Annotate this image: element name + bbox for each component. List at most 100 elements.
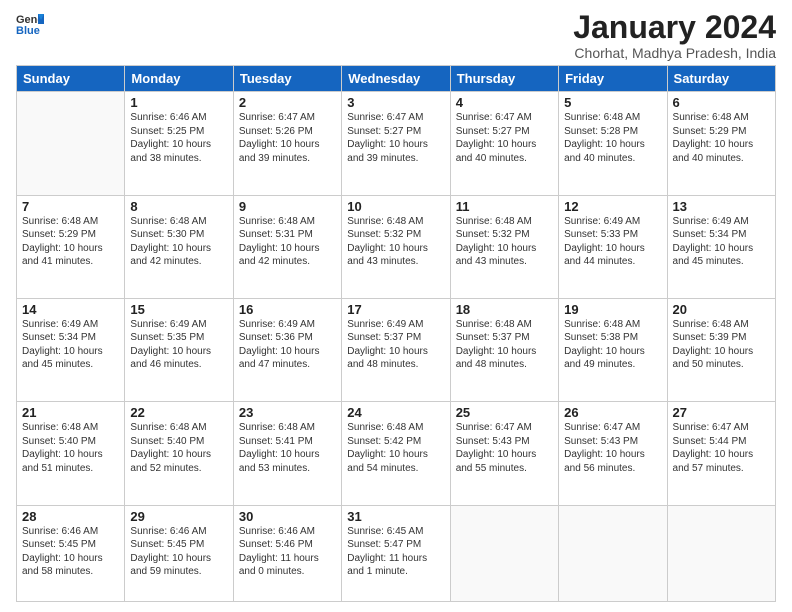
day-number: 2 <box>239 95 336 110</box>
calendar-cell <box>450 505 558 601</box>
logo-icon: General Blue <box>16 10 44 38</box>
weekday-header-tuesday: Tuesday <box>233 66 341 92</box>
calendar-cell: 25Sunrise: 6:47 AM Sunset: 5:43 PM Dayli… <box>450 402 558 505</box>
calendar-cell: 19Sunrise: 6:48 AM Sunset: 5:38 PM Dayli… <box>559 298 667 401</box>
day-info: Sunrise: 6:49 AM Sunset: 5:36 PM Dayligh… <box>239 318 336 372</box>
day-number: 31 <box>347 509 444 524</box>
calendar-cell: 30Sunrise: 6:46 AM Sunset: 5:46 PM Dayli… <box>233 505 341 601</box>
day-number: 25 <box>456 405 553 420</box>
day-info: Sunrise: 6:48 AM Sunset: 5:31 PM Dayligh… <box>239 215 336 269</box>
day-info: Sunrise: 6:48 AM Sunset: 5:40 PM Dayligh… <box>22 421 119 475</box>
calendar-cell: 20Sunrise: 6:48 AM Sunset: 5:39 PM Dayli… <box>667 298 775 401</box>
calendar-cell: 18Sunrise: 6:48 AM Sunset: 5:37 PM Dayli… <box>450 298 558 401</box>
day-info: Sunrise: 6:48 AM Sunset: 5:32 PM Dayligh… <box>456 215 553 269</box>
weekday-header-wednesday: Wednesday <box>342 66 450 92</box>
calendar-cell: 11Sunrise: 6:48 AM Sunset: 5:32 PM Dayli… <box>450 195 558 298</box>
calendar-cell: 31Sunrise: 6:45 AM Sunset: 5:47 PM Dayli… <box>342 505 450 601</box>
calendar-cell: 5Sunrise: 6:48 AM Sunset: 5:28 PM Daylig… <box>559 92 667 195</box>
day-info: Sunrise: 6:46 AM Sunset: 5:45 PM Dayligh… <box>22 525 119 579</box>
calendar-week-2: 7Sunrise: 6:48 AM Sunset: 5:29 PM Daylig… <box>17 195 776 298</box>
day-info: Sunrise: 6:46 AM Sunset: 5:45 PM Dayligh… <box>130 525 227 579</box>
calendar-cell: 2Sunrise: 6:47 AM Sunset: 5:26 PM Daylig… <box>233 92 341 195</box>
calendar-week-5: 28Sunrise: 6:46 AM Sunset: 5:45 PM Dayli… <box>17 505 776 601</box>
day-number: 16 <box>239 302 336 317</box>
calendar-cell: 27Sunrise: 6:47 AM Sunset: 5:44 PM Dayli… <box>667 402 775 505</box>
calendar-cell: 21Sunrise: 6:48 AM Sunset: 5:40 PM Dayli… <box>17 402 125 505</box>
day-info: Sunrise: 6:48 AM Sunset: 5:40 PM Dayligh… <box>130 421 227 475</box>
weekday-header-monday: Monday <box>125 66 233 92</box>
day-number: 21 <box>22 405 119 420</box>
calendar-cell: 4Sunrise: 6:47 AM Sunset: 5:27 PM Daylig… <box>450 92 558 195</box>
calendar-cell: 6Sunrise: 6:48 AM Sunset: 5:29 PM Daylig… <box>667 92 775 195</box>
month-title: January 2024 <box>573 10 776 45</box>
day-info: Sunrise: 6:47 AM Sunset: 5:27 PM Dayligh… <box>456 111 553 165</box>
day-info: Sunrise: 6:46 AM Sunset: 5:25 PM Dayligh… <box>130 111 227 165</box>
day-info: Sunrise: 6:47 AM Sunset: 5:43 PM Dayligh… <box>564 421 661 475</box>
day-number: 4 <box>456 95 553 110</box>
calendar-cell <box>559 505 667 601</box>
day-number: 6 <box>673 95 770 110</box>
calendar-page: General Blue January 2024 Chorhat, Madhy… <box>0 0 792 612</box>
day-info: Sunrise: 6:48 AM Sunset: 5:39 PM Dayligh… <box>673 318 770 372</box>
calendar-cell <box>17 92 125 195</box>
day-info: Sunrise: 6:49 AM Sunset: 5:34 PM Dayligh… <box>22 318 119 372</box>
calendar-cell: 26Sunrise: 6:47 AM Sunset: 5:43 PM Dayli… <box>559 402 667 505</box>
day-info: Sunrise: 6:47 AM Sunset: 5:43 PM Dayligh… <box>456 421 553 475</box>
day-number: 26 <box>564 405 661 420</box>
day-info: Sunrise: 6:48 AM Sunset: 5:30 PM Dayligh… <box>130 215 227 269</box>
day-number: 22 <box>130 405 227 420</box>
day-info: Sunrise: 6:48 AM Sunset: 5:38 PM Dayligh… <box>564 318 661 372</box>
calendar-week-3: 14Sunrise: 6:49 AM Sunset: 5:34 PM Dayli… <box>17 298 776 401</box>
calendar-cell: 24Sunrise: 6:48 AM Sunset: 5:42 PM Dayli… <box>342 402 450 505</box>
calendar-cell: 15Sunrise: 6:49 AM Sunset: 5:35 PM Dayli… <box>125 298 233 401</box>
calendar-cell: 14Sunrise: 6:49 AM Sunset: 5:34 PM Dayli… <box>17 298 125 401</box>
day-info: Sunrise: 6:49 AM Sunset: 5:35 PM Dayligh… <box>130 318 227 372</box>
calendar-week-1: 1Sunrise: 6:46 AM Sunset: 5:25 PM Daylig… <box>17 92 776 195</box>
day-number: 14 <box>22 302 119 317</box>
top-section: General Blue January 2024 Chorhat, Madhy… <box>16 10 776 61</box>
calendar-cell: 12Sunrise: 6:49 AM Sunset: 5:33 PM Dayli… <box>559 195 667 298</box>
day-info: Sunrise: 6:49 AM Sunset: 5:33 PM Dayligh… <box>564 215 661 269</box>
calendar-cell: 8Sunrise: 6:48 AM Sunset: 5:30 PM Daylig… <box>125 195 233 298</box>
calendar-cell: 9Sunrise: 6:48 AM Sunset: 5:31 PM Daylig… <box>233 195 341 298</box>
calendar-table: SundayMondayTuesdayWednesdayThursdayFrid… <box>16 65 776 602</box>
day-number: 23 <box>239 405 336 420</box>
calendar-cell: 29Sunrise: 6:46 AM Sunset: 5:45 PM Dayli… <box>125 505 233 601</box>
weekday-header-friday: Friday <box>559 66 667 92</box>
calendar-cell <box>667 505 775 601</box>
calendar-cell: 16Sunrise: 6:49 AM Sunset: 5:36 PM Dayli… <box>233 298 341 401</box>
day-number: 20 <box>673 302 770 317</box>
day-number: 11 <box>456 199 553 214</box>
day-number: 30 <box>239 509 336 524</box>
day-number: 5 <box>564 95 661 110</box>
day-number: 15 <box>130 302 227 317</box>
day-info: Sunrise: 6:48 AM Sunset: 5:28 PM Dayligh… <box>564 111 661 165</box>
day-info: Sunrise: 6:48 AM Sunset: 5:29 PM Dayligh… <box>22 215 119 269</box>
day-number: 12 <box>564 199 661 214</box>
day-number: 9 <box>239 199 336 214</box>
day-info: Sunrise: 6:46 AM Sunset: 5:46 PM Dayligh… <box>239 525 336 579</box>
day-number: 29 <box>130 509 227 524</box>
calendar-cell: 23Sunrise: 6:48 AM Sunset: 5:41 PM Dayli… <box>233 402 341 505</box>
calendar-cell: 28Sunrise: 6:46 AM Sunset: 5:45 PM Dayli… <box>17 505 125 601</box>
day-info: Sunrise: 6:45 AM Sunset: 5:47 PM Dayligh… <box>347 525 444 579</box>
weekday-header-row: SundayMondayTuesdayWednesdayThursdayFrid… <box>17 66 776 92</box>
subtitle: Chorhat, Madhya Pradesh, India <box>573 45 776 61</box>
weekday-header-sunday: Sunday <box>17 66 125 92</box>
day-number: 7 <box>22 199 119 214</box>
title-section: January 2024 Chorhat, Madhya Pradesh, In… <box>573 10 776 61</box>
logo: General Blue <box>16 10 44 38</box>
weekday-header-saturday: Saturday <box>667 66 775 92</box>
day-info: Sunrise: 6:48 AM Sunset: 5:41 PM Dayligh… <box>239 421 336 475</box>
weekday-header-thursday: Thursday <box>450 66 558 92</box>
day-info: Sunrise: 6:47 AM Sunset: 5:44 PM Dayligh… <box>673 421 770 475</box>
calendar-week-4: 21Sunrise: 6:48 AM Sunset: 5:40 PM Dayli… <box>17 402 776 505</box>
day-info: Sunrise: 6:49 AM Sunset: 5:34 PM Dayligh… <box>673 215 770 269</box>
day-number: 28 <box>22 509 119 524</box>
calendar-cell: 10Sunrise: 6:48 AM Sunset: 5:32 PM Dayli… <box>342 195 450 298</box>
day-number: 17 <box>347 302 444 317</box>
day-info: Sunrise: 6:49 AM Sunset: 5:37 PM Dayligh… <box>347 318 444 372</box>
day-info: Sunrise: 6:48 AM Sunset: 5:37 PM Dayligh… <box>456 318 553 372</box>
day-info: Sunrise: 6:48 AM Sunset: 5:32 PM Dayligh… <box>347 215 444 269</box>
svg-text:Blue: Blue <box>16 25 40 37</box>
